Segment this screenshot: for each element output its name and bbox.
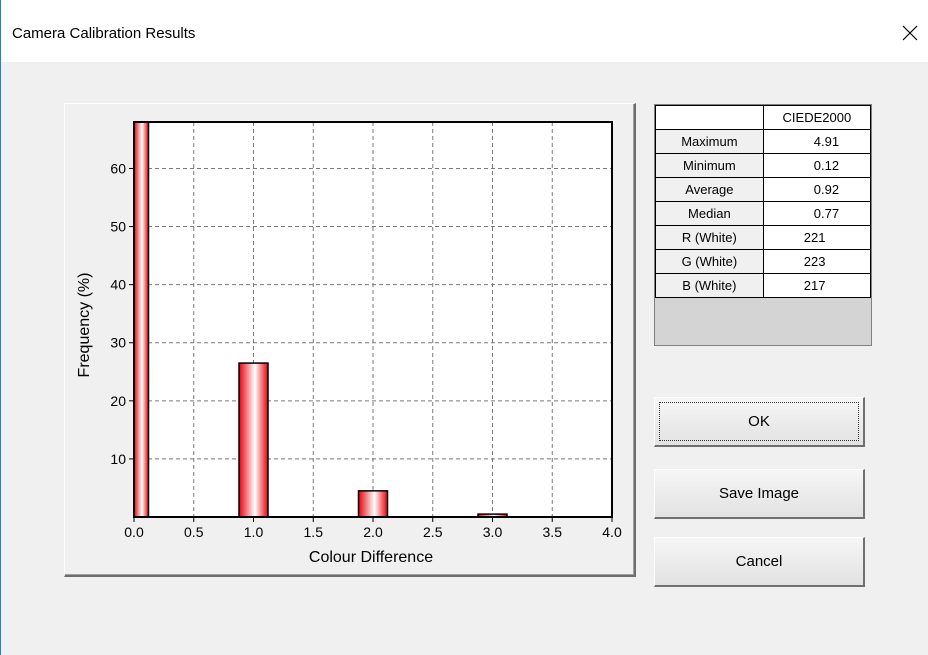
title-bar: Camera Calibration Results — [1, 0, 928, 62]
stats-row-label: Maximum — [655, 129, 764, 154]
stats-row-label: Average — [655, 177, 764, 202]
x-tick-label: 1.0 — [244, 524, 264, 540]
x-tick-label: 3.5 — [543, 524, 563, 540]
stats-row-value: 223 — [762, 249, 872, 274]
x-tick-label: 1.5 — [304, 524, 324, 540]
stats-table-panel: CIEDE2000 Maximum 4.91 Minimum 0.12 Aver… — [654, 104, 872, 346]
stats-row: Minimum 0.12 — [655, 153, 872, 178]
stats-row-value: 4.91 — [762, 129, 872, 154]
stats-row-label: Median — [655, 201, 764, 226]
cancel-button-label: Cancel — [735, 553, 783, 570]
save-image-button[interactable]: Save Image — [654, 469, 865, 519]
x-tick-label: 4.0 — [602, 524, 622, 540]
y-tick-label: 20 — [110, 393, 126, 409]
stats-header-row: CIEDE2000 — [655, 105, 872, 130]
stats-row-value: 217 — [762, 273, 872, 298]
stats-corner-cell — [655, 105, 764, 130]
close-icon[interactable] — [892, 18, 928, 48]
stats-row-value: 221 — [762, 225, 872, 250]
stats-row: Average 0.92 — [655, 177, 872, 202]
y-tick-label: 60 — [110, 160, 126, 176]
calibration-dialog: Camera Calibration Results 0.0 0.5 1.0 1.5 2… — [0, 0, 928, 655]
stats-row-value: 0.77 — [762, 201, 872, 226]
x-tick-label: 3.0 — [483, 524, 503, 540]
stats-row-label: Minimum — [655, 153, 764, 178]
y-tick-label: 50 — [110, 219, 126, 235]
stats-row-value: 0.12 — [762, 153, 872, 178]
x-axis-label: Colour Difference — [309, 549, 433, 566]
stats-row: Median 0.77 — [655, 201, 872, 226]
y-tick-label: 10 — [110, 451, 126, 467]
y-axis-label: Frequency (%) — [76, 273, 93, 378]
histogram-bar — [133, 121, 150, 518]
y-tick-label: 30 — [110, 335, 126, 351]
stats-row: B (White) 217 — [655, 273, 872, 298]
histogram-bar — [357, 490, 389, 518]
dialog-title: Camera Calibration Results — [12, 25, 196, 42]
stats-table: CIEDE2000 Maximum 4.91 Minimum 0.12 Aver… — [655, 105, 872, 298]
stats-row-label: B (White) — [655, 273, 764, 298]
x-tick-label: 2.5 — [423, 524, 443, 540]
focus-rectangle — [659, 402, 859, 441]
stats-row: Maximum 4.91 — [655, 129, 872, 154]
x-tick-label: 2.0 — [363, 524, 383, 540]
cancel-button[interactable]: Cancel — [654, 537, 865, 587]
stats-row-value: 0.92 — [762, 177, 872, 202]
save-image-button-label: Save Image — [718, 485, 800, 502]
stats-row: G (White) 223 — [655, 249, 872, 274]
stats-row-label: R (White) — [655, 225, 764, 250]
histogram-chart: 0.0 0.5 1.0 1.5 2.0 2.5 3.0 3.5 4.0102030405060 … — [76, 121, 622, 566]
x-tick-label: 0.0 — [124, 524, 144, 540]
ok-button[interactable]: OK — [654, 397, 865, 447]
histogram-bar — [238, 362, 269, 518]
stats-row-label: G (White) — [655, 249, 764, 274]
x-tick-label: 0.5 — [184, 524, 204, 540]
stats-row: R (White) 221 — [655, 225, 872, 250]
stats-column-header: CIEDE2000 — [762, 105, 872, 130]
histogram-panel: 0.0 0.5 1.0 1.5 2.0 2.5 3.0 3.5 4.0 10 20 30 40 50 60 … — [64, 103, 636, 577]
y-tick-label: 40 — [110, 277, 126, 293]
